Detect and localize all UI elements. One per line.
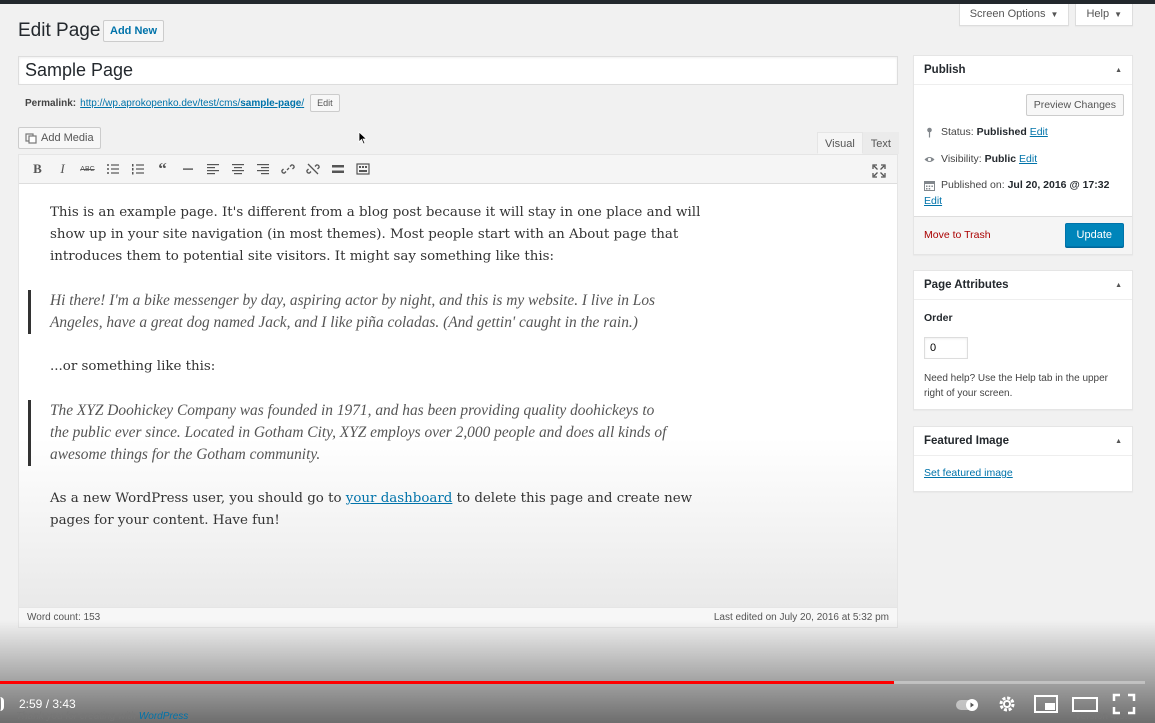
content-paragraph: As a new WordPress user, you should go t… xyxy=(50,488,715,532)
tab-visual[interactable]: Visual xyxy=(817,132,863,154)
editor: B I ABC “ This is an example page. It's … xyxy=(18,154,898,628)
toolbar-toggle-icon[interactable] xyxy=(350,157,375,181)
permalink-url[interactable]: http://wp.aprokopenko.dev/test/cms/sampl… xyxy=(80,98,304,109)
video-time: 2:59 / 3:43 xyxy=(19,697,76,711)
page-attributes-title: Page Attributes xyxy=(924,279,1009,291)
align-left-icon[interactable] xyxy=(200,157,225,181)
publish-box: Publish ▲ Preview Changes Status: Publish… xyxy=(913,55,1133,255)
attributes-help-text: Need help? Use the Help tab in the upper… xyxy=(924,373,1109,399)
play-button-icon[interactable] xyxy=(0,697,4,711)
add-media-button[interactable]: Add Media xyxy=(18,127,101,149)
read-more-icon[interactable] xyxy=(325,157,350,181)
numbered-list-icon[interactable] xyxy=(125,157,150,181)
permalink-tail: / xyxy=(301,97,305,109)
unlink-icon[interactable] xyxy=(300,157,325,181)
published-label: Published on: xyxy=(941,179,1005,191)
status-value: Published xyxy=(976,126,1027,138)
blockquote-icon[interactable]: “ xyxy=(150,157,175,181)
add-media-label: Add Media xyxy=(41,132,94,144)
theater-mode-icon[interactable] xyxy=(1072,693,1098,715)
pin-icon xyxy=(927,127,932,137)
page-attributes-box: Page Attributes ▲ Order Need help? Use th… xyxy=(913,270,1133,410)
publish-box-title: Publish xyxy=(924,64,966,76)
permalink-base: http://wp.aprokopenko.dev/test/cms/ xyxy=(80,97,241,109)
published-row: Published on: Jul 20, 2016 @ 17:32 xyxy=(924,179,1109,191)
status-edit-link[interactable]: Edit xyxy=(1030,126,1048,138)
visibility-row: Visibility: Public Edit xyxy=(924,153,1037,165)
page-attributes-header[interactable]: Page Attributes ▲ xyxy=(914,271,1132,300)
italic-icon[interactable]: I xyxy=(50,157,75,181)
calendar-icon xyxy=(924,180,935,191)
media-icon xyxy=(25,133,37,144)
content-text: As a new WordPress user, you should go t… xyxy=(50,491,346,506)
horizontal-line-icon[interactable] xyxy=(175,157,200,181)
editor-tabs: Visual Text xyxy=(817,132,899,154)
strikethrough-icon[interactable]: ABC xyxy=(75,157,100,181)
add-new-button[interactable]: Add New xyxy=(103,20,165,42)
publish-box-header[interactable]: Publish ▲ xyxy=(914,56,1132,85)
align-right-icon[interactable] xyxy=(250,157,275,181)
settings-gear-icon[interactable] xyxy=(994,693,1020,715)
status-label: Status: xyxy=(941,126,974,138)
content-paragraph: This is an example page. It's different … xyxy=(50,205,701,264)
page-title: Edit Page xyxy=(18,20,101,41)
wordpress-link[interactable]: WordPress xyxy=(139,711,188,722)
screen-options-label: Screen Options xyxy=(969,8,1046,20)
status-row: Status: Published Edit xyxy=(924,126,1048,138)
published-edit-link[interactable]: Edit xyxy=(924,195,942,207)
post-title-input[interactable] xyxy=(18,56,898,85)
visibility-label: Visibility: xyxy=(941,153,982,165)
featured-image-box: Featured Image ▲ Set featured image xyxy=(913,426,1133,492)
fullscreen-video-icon[interactable] xyxy=(1111,693,1137,715)
move-to-trash-link[interactable]: Move to Trash xyxy=(924,229,991,241)
content-blockquote: Hi there! I'm a bike messenger by day, a… xyxy=(28,290,670,334)
permalink-row: Permalink: http://wp.aprokopenko.dev/tes… xyxy=(25,94,340,112)
permalink-edit-button[interactable]: Edit xyxy=(310,94,340,112)
fullscreen-icon[interactable] xyxy=(866,159,891,183)
admin-footer-note: Thank you for creating with WordPress. xyxy=(16,711,191,722)
visibility-edit-link[interactable]: Edit xyxy=(1019,153,1037,165)
help-tab[interactable]: Help ▼ xyxy=(1075,4,1133,26)
content-blockquote: The XYZ Doohickey Company was founded in… xyxy=(28,400,670,466)
visibility-value: Public xyxy=(984,153,1017,165)
collapse-arrow-icon[interactable]: ▲ xyxy=(1115,438,1122,445)
caret-down-icon: ▼ xyxy=(1114,10,1122,19)
dashboard-link[interactable]: your dashboard xyxy=(346,491,453,506)
caret-down-icon: ▼ xyxy=(1050,10,1059,19)
mouse-cursor-icon xyxy=(358,131,368,145)
order-input[interactable] xyxy=(924,337,968,359)
miniplayer-icon[interactable] xyxy=(1033,693,1059,715)
video-controls xyxy=(955,693,1137,715)
editor-toolbar: B I ABC “ xyxy=(19,155,897,184)
update-button[interactable]: Update xyxy=(1064,223,1124,247)
collapse-arrow-icon[interactable]: ▲ xyxy=(1115,67,1122,74)
help-label: Help xyxy=(1086,8,1110,20)
screen-options-tab[interactable]: Screen Options ▼ xyxy=(958,4,1070,26)
screen-meta-tabs: Screen Options ▼ Help ▼ xyxy=(958,4,1133,26)
publish-actions: Move to Trash Update xyxy=(914,216,1132,254)
align-center-icon[interactable] xyxy=(225,157,250,181)
video-progress-bar[interactable] xyxy=(0,681,1145,684)
content-paragraph: ...or something like this: xyxy=(50,359,216,374)
preview-changes-button[interactable]: Preview Changes xyxy=(1025,94,1124,116)
bold-icon[interactable]: B xyxy=(25,157,50,181)
autoplay-toggle-icon[interactable] xyxy=(955,693,981,715)
set-featured-image-link[interactable]: Set featured image xyxy=(924,467,1013,479)
permalink-label: Permalink: xyxy=(25,97,77,109)
bulleted-list-icon[interactable] xyxy=(100,157,125,181)
link-icon[interactable] xyxy=(275,157,300,181)
collapse-arrow-icon[interactable]: ▲ xyxy=(1115,282,1122,289)
featured-image-header[interactable]: Featured Image ▲ xyxy=(914,427,1132,456)
permalink-slug: sample-page xyxy=(240,97,302,109)
eye-icon xyxy=(924,156,935,162)
editor-content[interactable]: This is an example page. It's different … xyxy=(19,185,897,607)
footer-note-text: Thank you for creating with xyxy=(16,711,139,722)
footer-note-dot: . xyxy=(188,711,192,722)
video-progress-fill xyxy=(0,681,895,684)
featured-image-title: Featured Image xyxy=(924,435,1009,447)
order-label: Order xyxy=(924,312,953,324)
published-value: Jul 20, 2016 @ 17:32 xyxy=(1007,179,1110,191)
tab-text[interactable]: Text xyxy=(862,132,899,154)
